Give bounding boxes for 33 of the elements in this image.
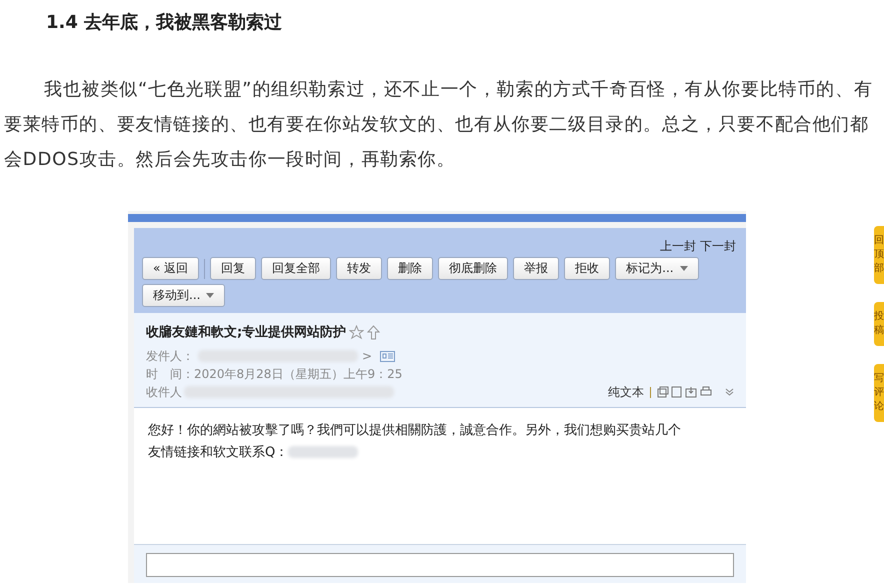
toolbar-button[interactable]: « 返回 xyxy=(142,257,200,280)
toolbar-button[interactable]: 回复 xyxy=(210,257,256,280)
email-nav-link[interactable]: 下一封 xyxy=(700,238,736,255)
caret-icon xyxy=(206,293,214,298)
email-body-line: 您好！你的網站被攻擊了嗎？我們可以提供相關防護，誠意合作。另外，我们想购买贵站几个 xyxy=(148,422,682,440)
side-tab[interactable]: 写评论 xyxy=(874,364,884,422)
star-icon[interactable] xyxy=(349,324,364,340)
email-nav-link[interactable]: 上一封 xyxy=(660,238,696,255)
toolbar-button[interactable]: 举报 xyxy=(513,257,560,280)
article-paragraph: 我也被类似“七色光联盟”的组织勒索过，还不止一个，勒索的方式千奇百怪，有从你要比特币的、有要莱特币的、要友情链接的、也有要在你站发软文的、也有从你要二级目录的。总之，只要不配合他们都会DDOS攻击。然后会先攻击你一段时间，再勒索你。 xyxy=(4,78,874,172)
toolbar-button[interactable]: 彻底删除 xyxy=(438,257,508,280)
toolbar-button[interactable]: 移动到... xyxy=(142,284,226,307)
toolbar-button[interactable]: 删除 xyxy=(387,257,434,280)
side-tab[interactable]: 回顶部 xyxy=(874,226,884,284)
contact-card-icon[interactable] xyxy=(380,350,396,362)
caret-icon xyxy=(680,266,688,271)
up-arrow-icon[interactable] xyxy=(367,324,380,340)
toolbar-button[interactable]: 拒收 xyxy=(564,257,610,280)
section-heading: 1.4 去年底，我被黑客勒索过 xyxy=(45,11,284,35)
expand-chevron-icon[interactable] xyxy=(725,388,734,396)
quick-reply-field[interactable] xyxy=(146,553,734,577)
toolbar-button[interactable]: 回复全部 xyxy=(261,257,332,280)
toolbar-button[interactable]: 转发 xyxy=(336,257,382,280)
plain-text-link[interactable]: 纯文本 xyxy=(608,383,644,401)
sender-label: 发件人： xyxy=(146,348,194,365)
sender-bracket: > xyxy=(362,348,372,365)
email-body-line: 友情链接和软文联系Q： xyxy=(148,442,732,464)
time-value: 2020年8月28日（星期五）上午9：25 xyxy=(194,366,402,383)
side-tab[interactable]: 投稿 xyxy=(874,302,884,346)
time-label: 时 间： xyxy=(146,366,194,383)
toolbar-button[interactable]: 标记为... xyxy=(615,257,699,280)
email-subject: 收牖友鏈和軟文;专业提供网站防护 xyxy=(146,324,346,341)
recipient-label: 收件人 xyxy=(146,384,182,401)
